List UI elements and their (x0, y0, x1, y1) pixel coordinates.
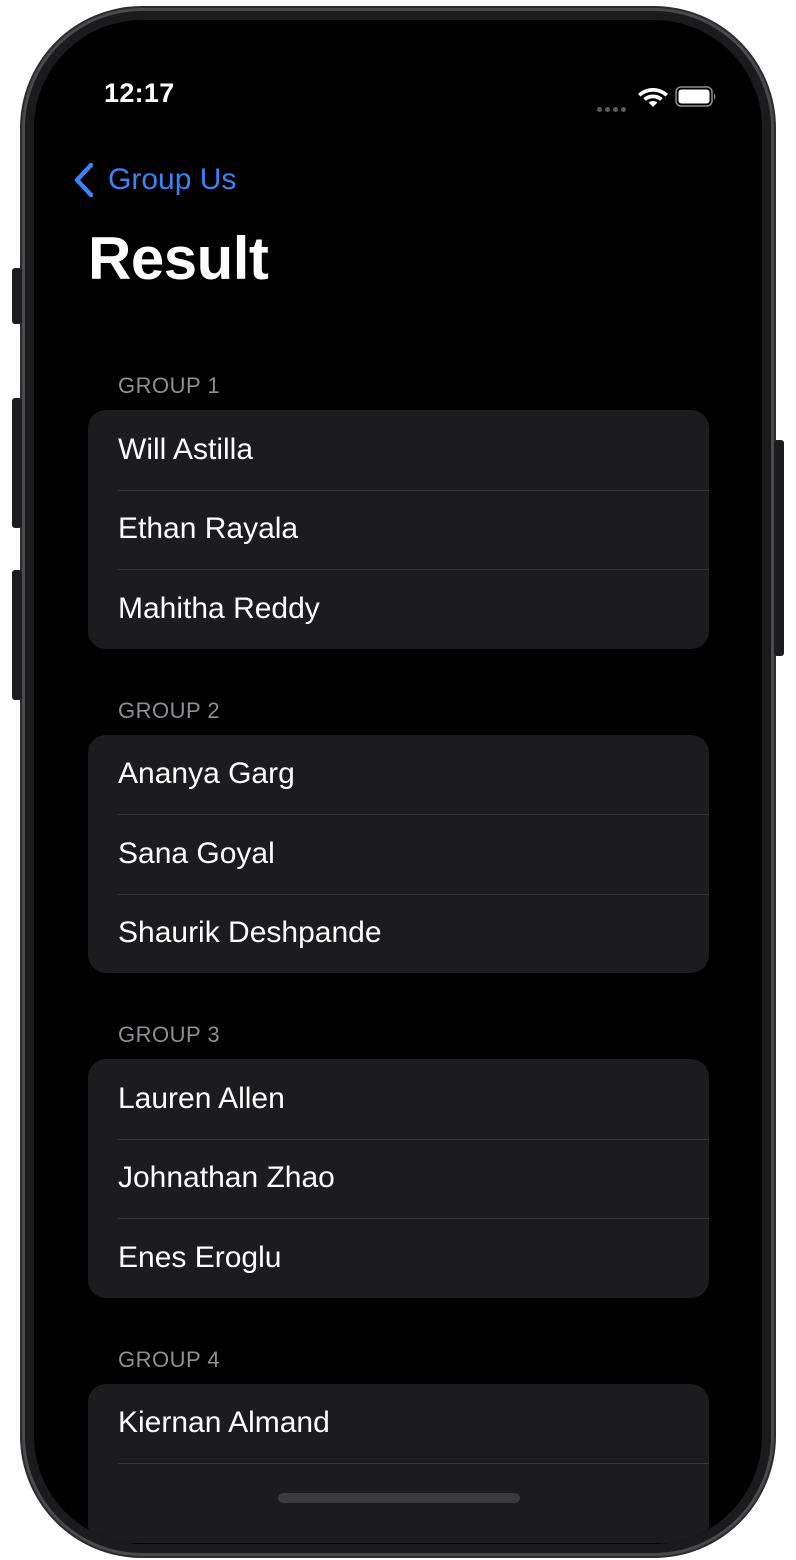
status-bar: 12:17 (34, 20, 762, 112)
member-row[interactable]: Enes Eroglu (88, 1218, 709, 1298)
member-row[interactable]: Ananya Garg (88, 735, 709, 815)
member-row[interactable]: Mahitha Reddy (88, 569, 709, 649)
home-indicator[interactable] (278, 1493, 520, 1503)
member-row[interactable]: Kiernan Almand (88, 1384, 709, 1464)
back-button[interactable]: Group Us (72, 160, 236, 200)
wifi-icon (638, 88, 668, 107)
back-button-label: Group Us (108, 163, 237, 196)
group-header: GROUP 4 (118, 1346, 221, 1372)
power-button (774, 440, 784, 656)
status-time: 12:17 (104, 78, 175, 108)
group-header: GROUP 1 (118, 373, 221, 398)
group-section: GROUP 1 Will Astilla Ethan Rayala Mahith… (34, 364, 762, 649)
member-row[interactable]: Sana Goyal (88, 814, 709, 894)
member-row[interactable]: Will Astilla (88, 410, 709, 490)
group-card: Lauren Allen Johnathan Zhao Enes Eroglu (88, 1059, 709, 1298)
member-row[interactable]: Shaurik Deshpande (88, 893, 709, 974)
battery-icon (675, 86, 716, 107)
member-row[interactable]: Ethan Rayala (88, 489, 709, 570)
volume-down-button (12, 570, 22, 700)
group-header: GROUP 2 (118, 697, 221, 723)
group-section: GROUP 2 Ananya Garg Sana Goyal Shaurik D… (34, 689, 762, 974)
member-row[interactable]: Lauren Allen (88, 1059, 709, 1139)
group-card: Will Astilla Ethan Rayala Mahitha Reddy (88, 410, 709, 649)
group-card: Ananya Garg Sana Goyal Shaurik Deshpande (88, 734, 709, 974)
volume-up-button (12, 398, 22, 528)
groups-list[interactable]: GROUP 1 Will Astilla Ethan Rayala Mahith… (34, 364, 762, 1544)
group-section: GROUP 3 Lauren Allen Johnathan Zhao Enes… (34, 1013, 762, 1298)
action-button (12, 268, 22, 324)
group-card: Kiernan Almand (88, 1383, 709, 1543)
page-title: Result (88, 225, 269, 292)
cellular-signal-icon (597, 99, 631, 112)
chevron-left-icon (74, 162, 94, 198)
member-row[interactable]: Johnathan Zhao (88, 1138, 709, 1219)
group-section: GROUP 4 Kiernan Almand (34, 1338, 762, 1543)
group-header: GROUP 3 (118, 1022, 221, 1047)
screen: 12:17 Group Us Result GROUP 1 Will Astil… (34, 20, 762, 1544)
